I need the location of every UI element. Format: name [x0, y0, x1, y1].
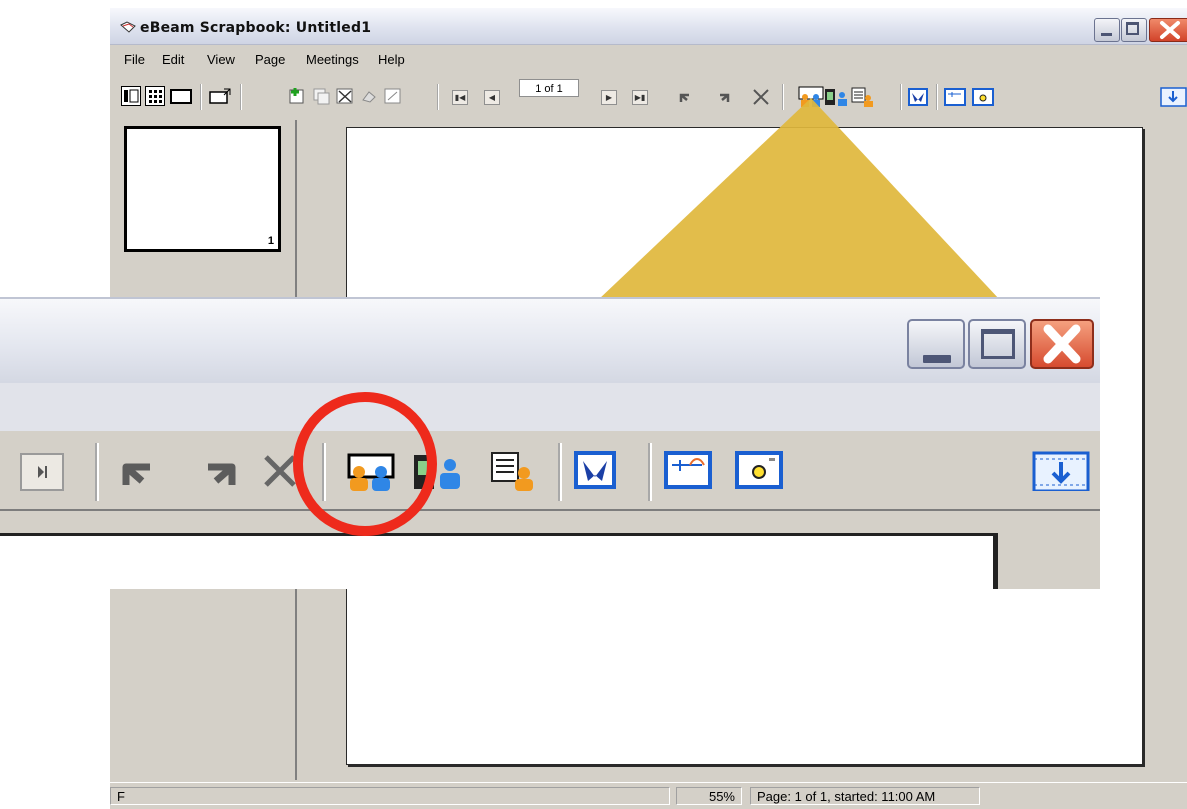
capture-area-icon[interactable]	[664, 451, 712, 491]
toolbar-separator	[648, 443, 652, 501]
highlight-circle	[293, 392, 437, 536]
toolbar-separator	[95, 443, 99, 501]
toolbar-separator	[558, 443, 562, 501]
meeting-info-icon[interactable]	[490, 451, 542, 491]
zoomed-last-page-button[interactable]	[20, 453, 64, 491]
undo-icon[interactable]	[120, 451, 170, 491]
last-page-icon	[38, 466, 47, 478]
zoomed-toolbar-callout	[0, 297, 1100, 589]
camera-icon[interactable]	[735, 451, 783, 491]
redo-icon[interactable]	[188, 451, 238, 491]
zoomed-close-button[interactable]	[1030, 319, 1094, 369]
zoomed-drawing-page	[0, 533, 998, 589]
export-icon[interactable]	[1032, 451, 1092, 491]
zoomed-menu-bar	[0, 383, 1100, 431]
zoomed-maximize-button[interactable]	[968, 319, 1026, 369]
butterfly-icon[interactable]	[574, 451, 616, 491]
zoomed-minimize-button[interactable]	[907, 319, 965, 369]
zoomed-close-icon	[1043, 324, 1081, 364]
zoomed-title-bar	[0, 297, 1100, 385]
zoomed-toolbar	[0, 435, 1100, 511]
